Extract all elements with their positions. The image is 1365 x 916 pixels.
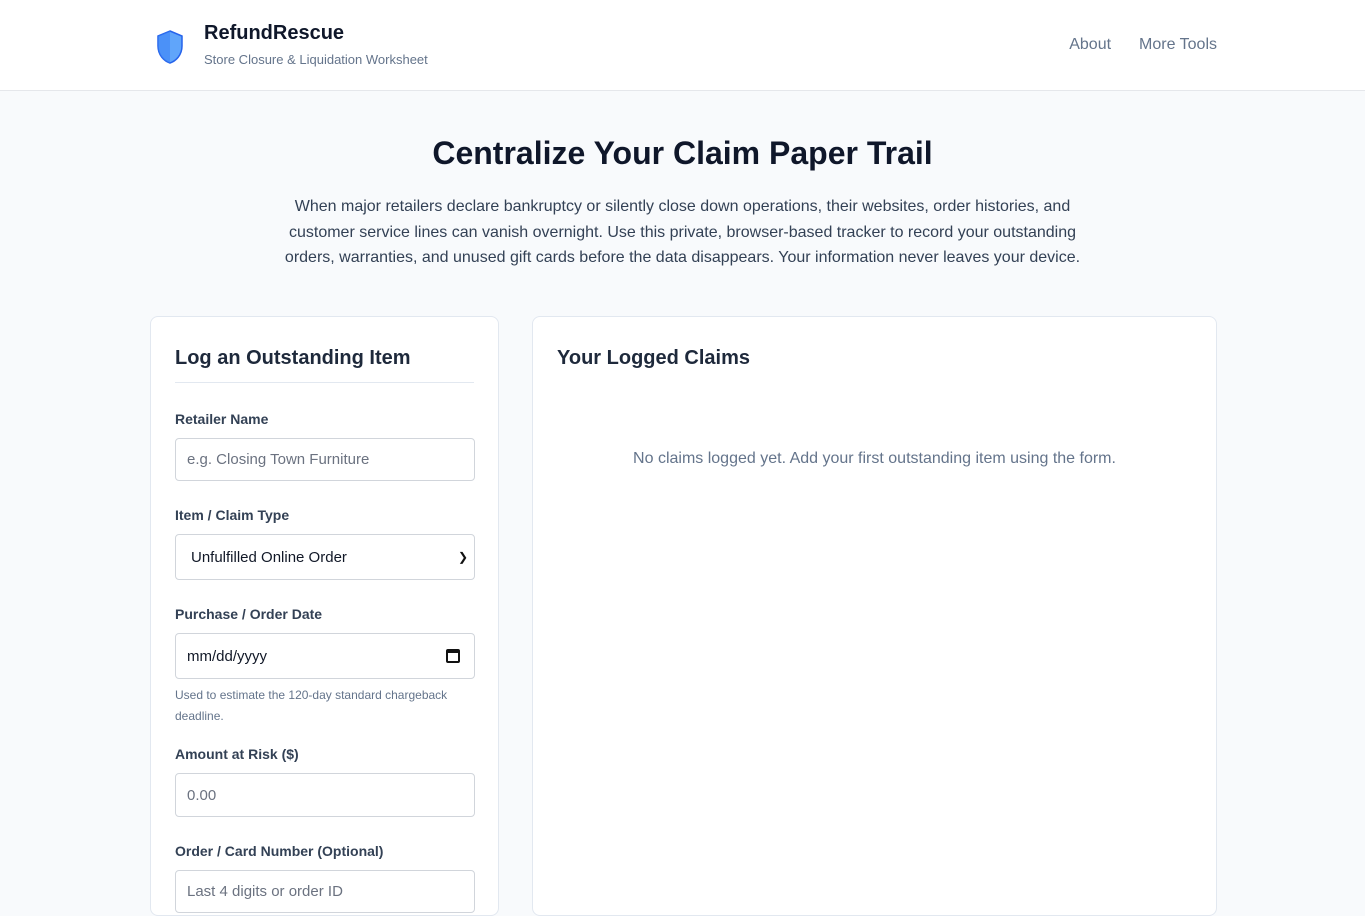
logged-claims-panel: Your Logged Claims No claims logged yet.… [532, 316, 1217, 916]
amount-label: Amount at Risk ($) [175, 746, 299, 762]
amount-placeholder: 0.00 [187, 786, 217, 804]
claim-type-selected: Unfulfilled Online Order [191, 548, 347, 566]
retailer-label: Retailer Name [175, 411, 269, 427]
date-label: Purchase / Order Date [175, 606, 323, 622]
retailer-field: Retailer Name e.g. Closing Town Furnitur… [175, 411, 475, 481]
amount-field: Amount at Risk ($) 0.00 [175, 746, 475, 817]
page-description: When major retailers declare bankruptcy … [284, 198, 1081, 267]
order-number-label: Order / Card Number (Optional) [175, 843, 384, 859]
nav-link-more-tools[interactable]: More Tools [1139, 36, 1217, 54]
order-number-placeholder: Last 4 digits or order ID [187, 883, 343, 900]
top-nav: About More Tools [1069, 36, 1217, 54]
hero: Centralize Your Claim Paper Trail When m… [0, 91, 1365, 271]
date-input[interactable]: mm/dd/yyyy [175, 633, 475, 679]
claims-title: Your Logged Claims [557, 347, 750, 369]
brand[interactable]: RefundRescue Store Closure & Liquidation… [155, 20, 428, 67]
claim-type-label: Item / Claim Type [175, 507, 290, 523]
top-bar: RefundRescue Store Closure & Liquidation… [0, 0, 1365, 91]
claim-type-select[interactable]: Unfulfilled Online Order ❯ [175, 534, 475, 580]
brand-subtitle: Store Closure & Liquidation Worksheet [204, 52, 428, 67]
calendar-icon[interactable] [446, 649, 460, 663]
log-item-form: Log an Outstanding Item Retailer Name e.… [150, 316, 499, 916]
chevron-down-icon: ❯ [457, 550, 468, 564]
brand-name: RefundRescue [204, 22, 345, 44]
main-grid: Log an Outstanding Item Retailer Name e.… [150, 316, 1217, 916]
date-hint: Used to estimate the 120-day standard ch… [175, 688, 448, 723]
order-number-field: Order / Card Number (Optional) Last 4 di… [175, 843, 475, 913]
date-field: Purchase / Order Date mm/dd/yyyy Used to… [175, 606, 475, 726]
date-placeholder: mm/dd/yyyy [187, 647, 268, 665]
order-number-input[interactable]: Last 4 digits or order ID [175, 870, 475, 913]
retailer-placeholder: e.g. Closing Town Furniture [187, 451, 370, 468]
empty-state-message: No claims logged yet. Add your first out… [633, 450, 1116, 467]
retailer-input[interactable]: e.g. Closing Town Furniture [175, 438, 475, 481]
claim-type-field: Item / Claim Type Unfulfilled Online Ord… [175, 507, 475, 580]
page-title: Centralize Your Claim Paper Trail [432, 135, 933, 171]
shield-icon [157, 30, 183, 64]
form-title: Log an Outstanding Item [175, 345, 474, 383]
amount-input[interactable]: 0.00 [175, 773, 475, 817]
nav-link-about[interactable]: About [1069, 36, 1111, 54]
